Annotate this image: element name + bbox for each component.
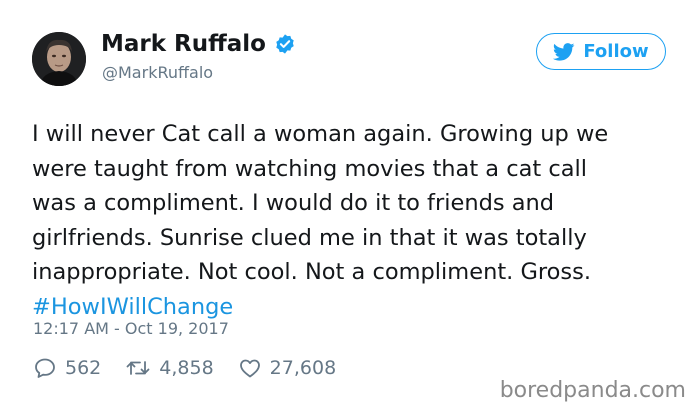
- twitter-bird-icon: [553, 42, 575, 61]
- retweet-button[interactable]: 4,858: [125, 356, 214, 380]
- tweet-line: were taught from watching movies that a …: [32, 155, 588, 182]
- tweet-line: inappropriate. Not cool. Not a complimen…: [32, 259, 592, 285]
- like-count: 27,608: [269, 357, 337, 379]
- user-name-row[interactable]: Mark Ruffalo: [101, 31, 296, 57]
- user-name[interactable]: Mark Ruffalo: [101, 31, 266, 57]
- tweet-line: was a compliment. I would do it to frien…: [32, 190, 555, 216]
- follow-button[interactable]: Follow: [536, 33, 666, 70]
- watermark: boredpanda.com: [499, 378, 686, 403]
- hashtag-link[interactable]: #HowIWillChange: [32, 294, 233, 320]
- like-button[interactable]: 27,608: [238, 356, 336, 380]
- tweet-card: Mark Ruffalo @MarkRuffalo Follow I will …: [0, 0, 700, 413]
- action-bar: 562 4,858 27,608: [33, 356, 360, 380]
- timestamp[interactable]: 12:17 AM - Oct 19, 2017: [33, 319, 229, 338]
- verified-badge-icon: [274, 33, 296, 55]
- reply-icon: [35, 358, 55, 378]
- reply-count: 562: [65, 357, 102, 379]
- retweet-icon: [126, 361, 150, 375]
- user-handle[interactable]: @MarkRuffalo: [102, 63, 213, 82]
- tweet-line: I will never Cat call a woman again. Gro…: [32, 121, 609, 147]
- tweet-text: I will never Cat call a woman again. Gro…: [32, 117, 672, 324]
- follow-button-label: Follow: [583, 41, 649, 62]
- tweet-line: girlfriends. Sunrise clued me in that it…: [32, 224, 587, 251]
- heart-icon: [239, 359, 260, 378]
- retweet-count: 4,858: [159, 357, 214, 379]
- reply-button[interactable]: 562: [33, 356, 101, 380]
- avatar[interactable]: [32, 32, 86, 86]
